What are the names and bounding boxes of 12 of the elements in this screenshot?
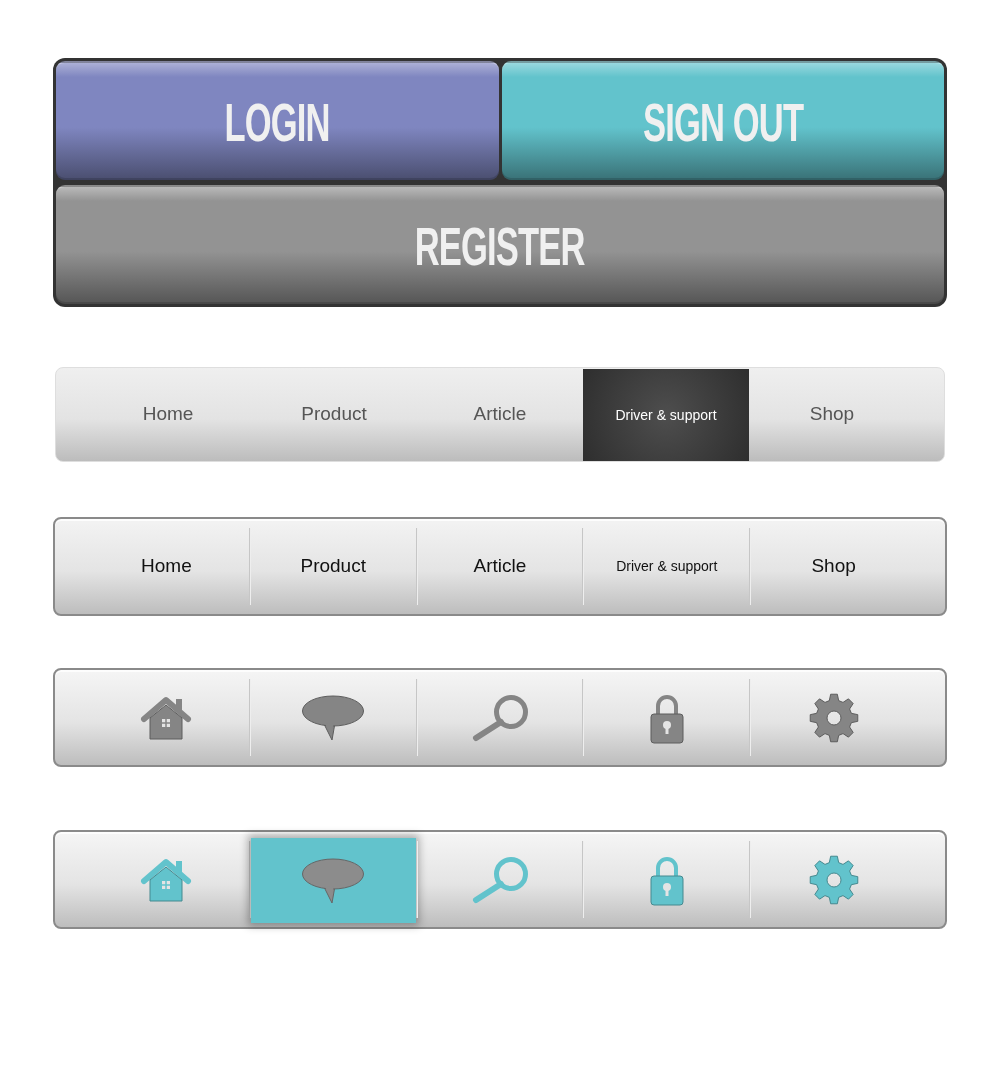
nav-tab[interactable]: Shop [751,519,916,614]
nav-tab[interactable]: Shop [749,368,915,461]
nav-tab[interactable]: Article [417,368,583,461]
nav-tab[interactable]: Product [251,368,417,461]
nav-tab[interactable]: Product [250,519,416,614]
speech-bubble-icon [301,857,366,904]
nav-tab[interactable]: Driver & support [583,369,749,461]
action-button[interactable]: LOGIN [56,61,499,180]
nav-tab[interactable]: Home [85,368,251,461]
nav-tab[interactable]: Driver & support [584,519,750,614]
nav-tab[interactable]: Home [84,519,249,614]
nav-tab[interactable]: Article [417,519,583,614]
